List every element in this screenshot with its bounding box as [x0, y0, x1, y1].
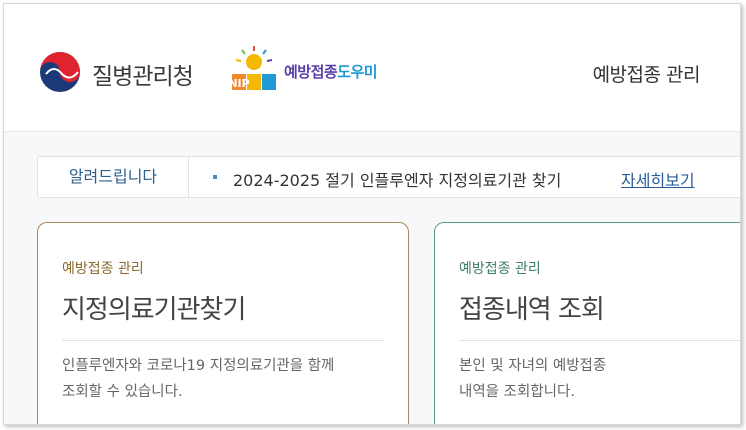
card-divider — [62, 340, 384, 341]
card-desc-line: 본인 및 자녀의 예방접종 — [459, 358, 607, 374]
notice-bar: 알려드립니다 2024-2025 절기 인플루엔자 지정의료기관 찾기 자세히보… — [37, 156, 740, 198]
card-description: 본인 및 자녀의 예방접종 내역을 조회합니다. — [459, 353, 606, 405]
nip-name-part1: 예방접종 — [284, 63, 338, 81]
notice-label: 알려드립니다 — [38, 157, 189, 197]
card-desc-line: 인플루엔자와 코로나19 지정의료기관을 함께 — [62, 358, 335, 374]
nip-name[interactable]: 예방접종도우미 — [284, 61, 378, 82]
site-header: 질병관리청 NIP 예방접종도우미 예방접종 관리 — [4, 4, 740, 132]
card-description: 인플루엔자와 코로나19 지정의료기관을 함께 조회할 수 있습니다. — [62, 353, 334, 405]
card-category: 예방접종 관리 — [62, 261, 144, 277]
card-vaccination-history[interactable]: 예방접종 관리 접종내역 조회 본인 및 자녀의 예방접종 내역을 조회합니다. — [434, 222, 740, 424]
card-desc-line: 조회할 수 있습니다. — [62, 384, 183, 400]
card-title: 지정의료기관찾기 — [62, 295, 246, 325]
card-divider — [459, 340, 740, 341]
nip-name-part2: 도우미 — [337, 63, 378, 81]
browser-frame: 질병관리청 NIP 예방접종도우미 예방접종 관리 알려드립니다 2024-20… — [3, 3, 741, 425]
card-desc-line: 내역을 조회합니다. — [459, 384, 575, 400]
notice-more-link[interactable]: 자세히보기 — [621, 167, 695, 191]
card-title: 접종내역 조회 — [459, 295, 605, 325]
menu-vaccination-management[interactable]: 예방접종 관리 — [593, 60, 701, 87]
card-category: 예방접종 관리 — [459, 261, 541, 277]
nip-logo-icon[interactable]: NIP — [226, 44, 282, 96]
kdca-logo-icon[interactable] — [38, 50, 82, 94]
card-designated-clinic-search[interactable]: 예방접종 관리 지정의료기관찾기 인플루엔자와 코로나19 지정의료기관을 함께… — [37, 222, 409, 424]
bullet-icon — [213, 175, 217, 179]
notice-text[interactable]: 2024-2025 절기 인플루엔자 지정의료기관 찾기 — [233, 167, 561, 191]
org-name[interactable]: 질병관리청 — [92, 57, 194, 91]
nip-logo-text: NIP — [228, 77, 249, 90]
